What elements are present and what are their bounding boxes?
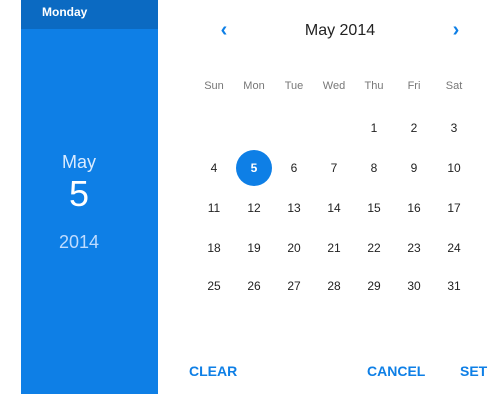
weekday-label: Thu	[364, 80, 384, 92]
day-cell[interactable]: 24	[436, 230, 472, 266]
weekday-label: Tue	[284, 80, 304, 92]
weekday-label: Mon	[243, 80, 265, 92]
day-cell[interactable]: 14	[316, 190, 352, 226]
day-cell[interactable]: 20	[276, 230, 312, 266]
day-cell[interactable]: 15	[356, 190, 392, 226]
day-cell[interactable]: 18	[196, 230, 232, 266]
day-cell[interactable]: 30	[396, 268, 432, 304]
day-cell[interactable]: 11	[196, 190, 232, 226]
selected-day: 5	[68, 173, 90, 214]
chevron-right-icon[interactable]: ›	[446, 18, 466, 42]
chevron-left-icon[interactable]: ‹	[214, 18, 234, 42]
day-cell[interactable]: 10	[436, 150, 472, 186]
day-cell[interactable]: 4	[196, 150, 232, 186]
weekday-label: Fri	[407, 80, 421, 92]
selected-weekday: Monday	[42, 5, 88, 19]
day-cell-selected[interactable]: 5	[236, 150, 272, 186]
day-cell[interactable]: 7	[316, 150, 352, 186]
selected-date-panel: Monday May 5 2014	[21, 0, 158, 394]
day-cell[interactable]: 23	[396, 230, 432, 266]
day-cell[interactable]: 25	[196, 268, 232, 304]
cancel-button[interactable]: CANCEL	[367, 363, 425, 379]
day-cell[interactable]: 1	[356, 110, 392, 146]
selected-month: May	[61, 152, 96, 172]
set-button[interactable]: SET	[460, 363, 487, 379]
weekday-label: Sat	[445, 80, 463, 92]
day-cell[interactable]: 3	[436, 110, 472, 146]
month-title: May 2014	[304, 22, 376, 39]
day-cell[interactable]: 31	[436, 268, 472, 304]
day-cell[interactable]: 2	[396, 110, 432, 146]
day-cell[interactable]: 21	[316, 230, 352, 266]
day-cell[interactable]: 6	[276, 150, 312, 186]
selected-year: 2014	[58, 232, 100, 252]
day-cell[interactable]: 9	[396, 150, 432, 186]
clear-button[interactable]: CLEAR	[189, 363, 237, 379]
day-cell[interactable]: 17	[436, 190, 472, 226]
day-cell[interactable]: 26	[236, 268, 272, 304]
day-cell[interactable]: 28	[316, 268, 352, 304]
day-cell[interactable]: 29	[356, 268, 392, 304]
day-cell[interactable]: 16	[396, 190, 432, 226]
day-cell[interactable]: 27	[276, 268, 312, 304]
day-cell[interactable]: 8	[356, 150, 392, 186]
weekday-bar: Monday	[21, 0, 158, 29]
day-cell[interactable]: 19	[236, 230, 272, 266]
day-cell[interactable]: 13	[276, 190, 312, 226]
weekday-label: Sun	[204, 80, 224, 92]
day-cell[interactable]: 22	[356, 230, 392, 266]
weekday-label: Wed	[322, 80, 346, 92]
day-cell[interactable]: 12	[236, 190, 272, 226]
